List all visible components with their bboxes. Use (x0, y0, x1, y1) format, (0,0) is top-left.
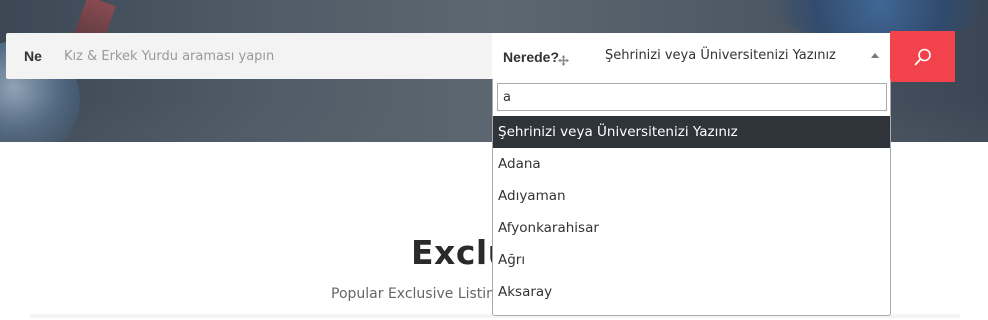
dropdown-option[interactable]: Aksaray (493, 276, 890, 308)
location-dropdown: Şehrinizi veya Üniversitenizi Yazınız Ad… (492, 79, 891, 316)
dropdown-option[interactable]: Afyonkarahisar (493, 212, 890, 244)
section-subtitle: Popular Exclusive Listings (331, 286, 512, 302)
chevron-up-icon[interactable] (871, 53, 879, 58)
move-cursor-icon (558, 51, 569, 66)
page: Exclusive Popular Exclusive Listings Ne … (0, 0, 988, 320)
dropdown-option[interactable]: Adana (493, 148, 890, 180)
what-search-input[interactable] (64, 41, 484, 71)
dropdown-search-input[interactable] (497, 83, 887, 111)
dropdown-option[interactable]: Ağrı (493, 244, 890, 276)
location-select[interactable]: Nerede? Şehrinizi veya Üniversitenizi Ya… (492, 33, 890, 79)
what-label: Ne (24, 48, 42, 64)
where-label: Nerede? (503, 49, 560, 65)
dropdown-options: Şehrinizi veya Üniversitenizi Yazınız Ad… (493, 116, 890, 308)
search-icon (914, 48, 931, 65)
dropdown-option[interactable]: Şehrinizi veya Üniversitenizi Yazınız (493, 116, 890, 148)
location-selected-value: Şehrinizi veya Üniversitenizi Yazınız (605, 48, 836, 63)
search-button[interactable] (890, 31, 955, 82)
dropdown-option[interactable]: Adıyaman (493, 180, 890, 212)
